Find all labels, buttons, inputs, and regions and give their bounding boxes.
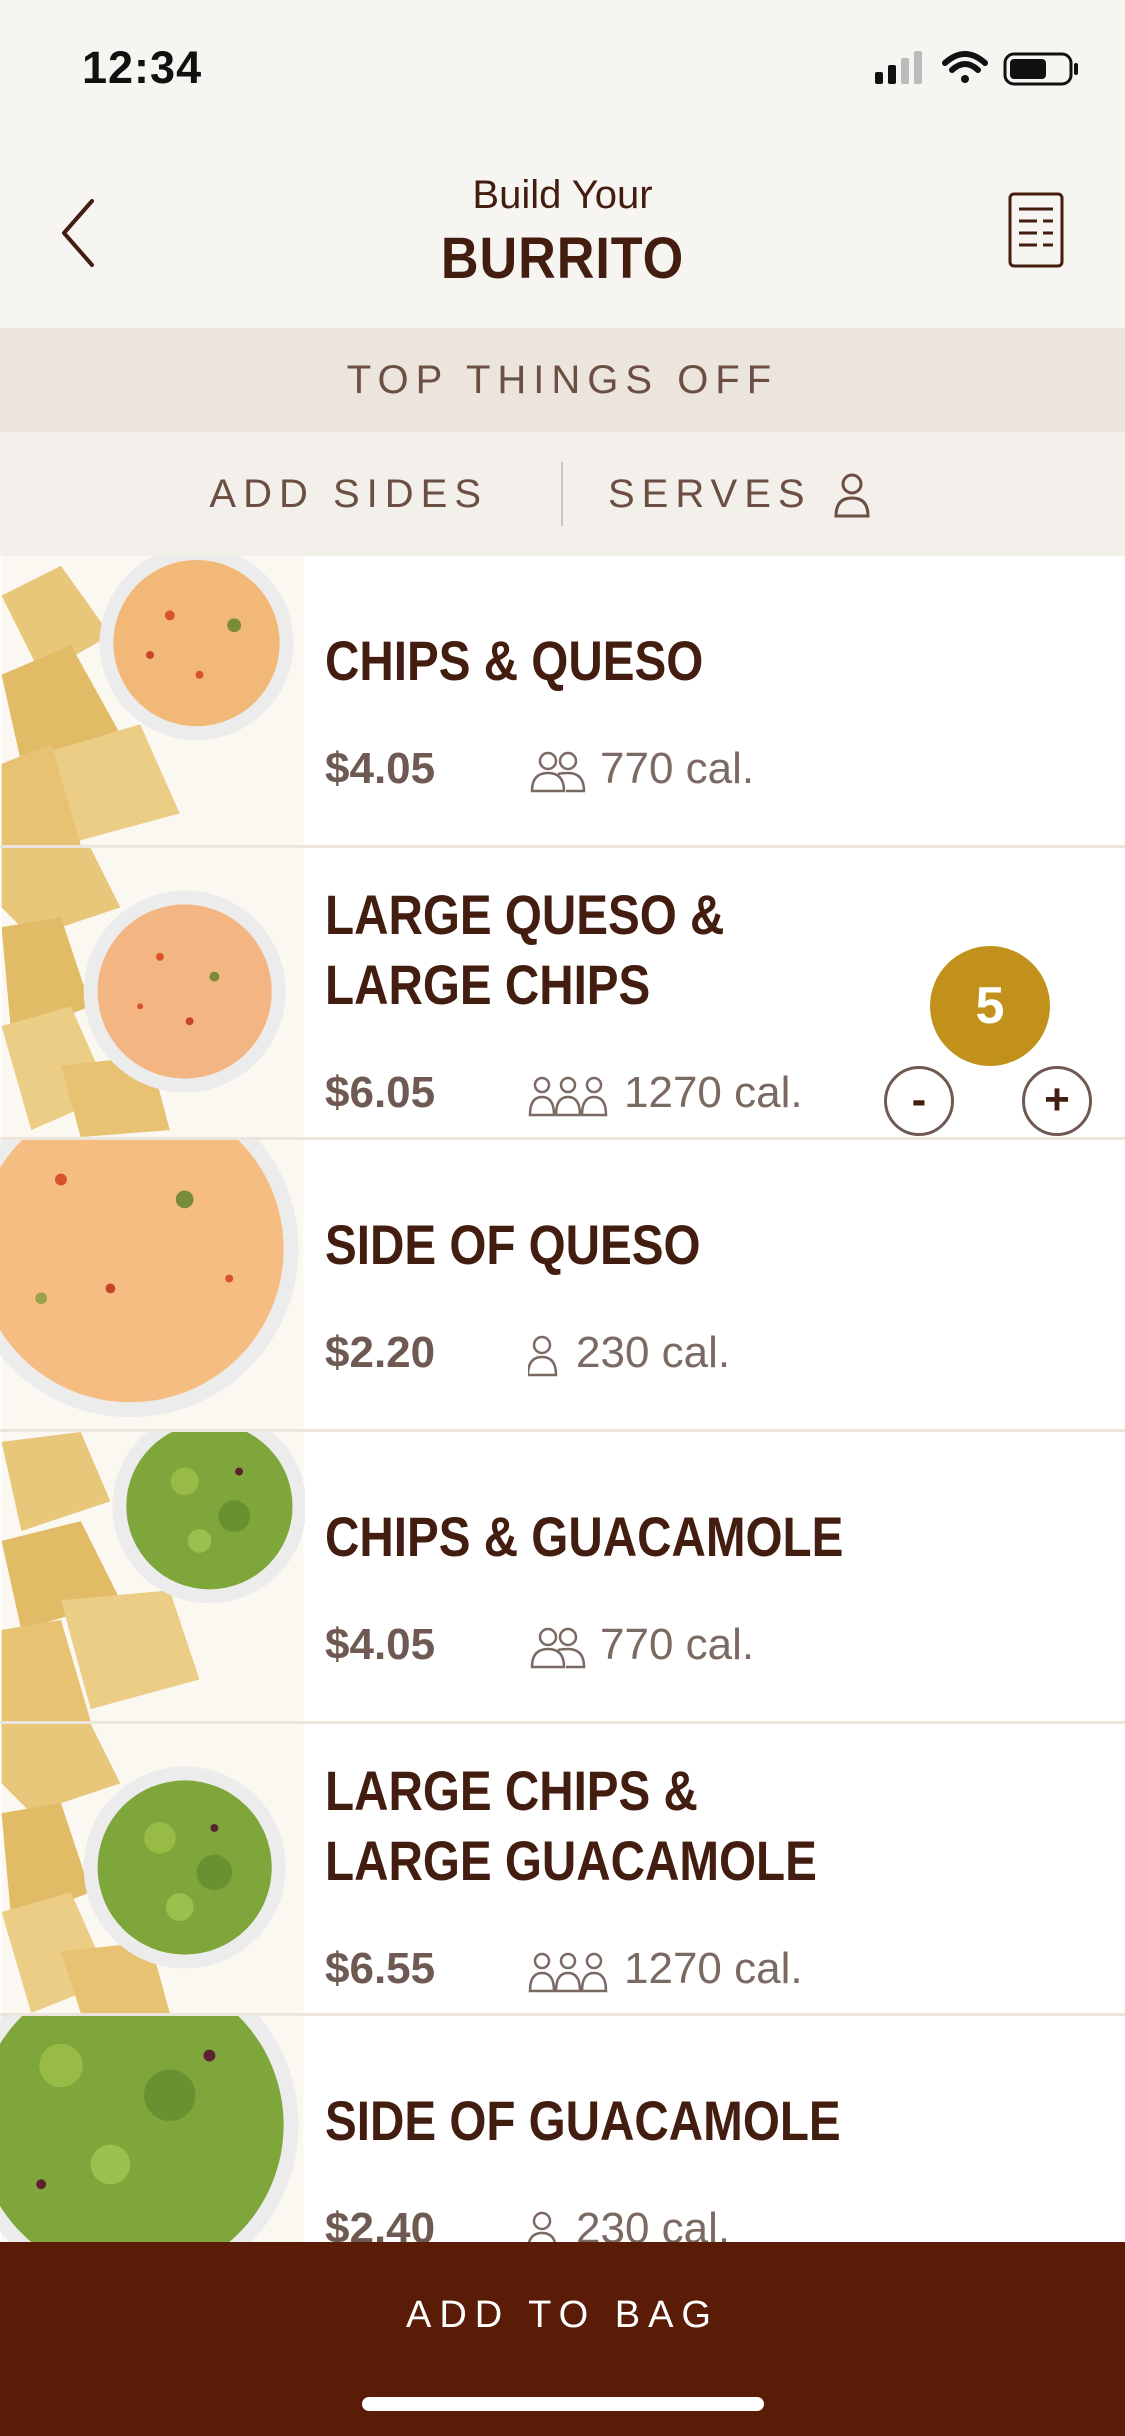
serves-filter[interactable]: SERVES bbox=[608, 432, 812, 556]
item-price: $6.05 bbox=[325, 1068, 436, 1117]
battery-icon bbox=[1003, 52, 1078, 86]
three-people-icon bbox=[528, 1952, 608, 1993]
two-people-icon bbox=[530, 751, 586, 793]
status-bar: 12:34 bbox=[0, 0, 1125, 135]
page-title-main: BURRITO bbox=[440, 226, 685, 291]
item-calories: 770 cal. bbox=[600, 1620, 755, 1669]
item-name-line: LARGE GUACAMOLE bbox=[325, 1829, 817, 1892]
wifi-icon bbox=[942, 51, 988, 83]
item-calories: 230 cal. bbox=[576, 2204, 731, 2242]
item-price: $4.05 bbox=[325, 744, 436, 793]
home-indicator[interactable] bbox=[362, 2397, 764, 2411]
sides-list: CHIPS & QUESO $4.05 770 cal. LARGE QUESO… bbox=[0, 556, 1125, 2242]
item-name: LARGE CHIPS & LARGE GUACAMOLE bbox=[325, 1756, 817, 1896]
nutrition-menu-button[interactable] bbox=[1007, 191, 1065, 269]
filter-bar: ADD SIDES SERVES bbox=[0, 432, 1125, 556]
item-calories: 1270 cal. bbox=[624, 1068, 803, 1117]
two-people-icon bbox=[530, 1627, 586, 1669]
item-photo bbox=[1, 1432, 305, 1721]
item-price: $2.40 bbox=[325, 2204, 436, 2242]
item-price: $4.05 bbox=[325, 1620, 436, 1669]
receipt-icon bbox=[1008, 192, 1064, 268]
cellular-signal-icon bbox=[875, 51, 922, 84]
item-name-line: LARGE QUESO & bbox=[325, 883, 725, 946]
item-name-line: CHIPS & GUACAMOLE bbox=[325, 1505, 844, 1568]
item-name: CHIPS & GUACAMOLE bbox=[325, 1502, 843, 1572]
increase-quantity-button[interactable]: + bbox=[1022, 1066, 1092, 1136]
status-time: 12:34 bbox=[82, 42, 203, 93]
page-subtitle: Build Your bbox=[472, 173, 653, 217]
item-photo bbox=[1, 848, 304, 1137]
list-item[interactable]: SIDE OF QUESO $2.20 230 cal. bbox=[0, 1140, 1125, 1432]
item-price: $6.55 bbox=[325, 1944, 436, 1993]
list-item[interactable]: LARGE CHIPS & LARGE GUACAMOLE $6.55 1270… bbox=[0, 1724, 1125, 2016]
status-icons bbox=[875, 51, 1078, 86]
item-photo bbox=[0, 1140, 304, 1429]
section-title: TOP THINGS OFF bbox=[346, 358, 779, 402]
list-item[interactable]: LARGE QUESO & LARGE CHIPS $6.05 1270 cal… bbox=[0, 848, 1125, 1140]
decrease-quantity-button[interactable]: - bbox=[884, 1066, 954, 1136]
three-people-icon bbox=[528, 1076, 608, 1117]
item-calories: 770 cal. bbox=[600, 744, 755, 793]
item-photo bbox=[1, 556, 304, 845]
item-photo bbox=[1, 1724, 304, 2013]
quantity-badge: 5 bbox=[930, 946, 1050, 1066]
nav-bar: Build Your BURRITO bbox=[0, 135, 1125, 328]
section-header: TOP THINGS OFF bbox=[0, 328, 1125, 432]
item-name: LARGE QUESO & LARGE CHIPS bbox=[325, 880, 724, 1020]
item-name-line: LARGE CHIPS & bbox=[325, 1759, 698, 1822]
item-name: SIDE OF GUACAMOLE bbox=[325, 2086, 841, 2156]
item-name-line: CHIPS & QUESO bbox=[325, 629, 704, 692]
filter-divider bbox=[561, 462, 563, 526]
item-name-line: SIDE OF QUESO bbox=[325, 1213, 701, 1276]
item-calories: 230 cal. bbox=[576, 1328, 731, 1377]
list-item[interactable]: SIDE OF GUACAMOLE $2.40 230 cal. bbox=[0, 2016, 1125, 2242]
item-name-line: SIDE OF GUACAMOLE bbox=[325, 2089, 841, 2152]
item-photo bbox=[0, 2016, 304, 2242]
item-name-line: LARGE CHIPS bbox=[325, 953, 651, 1016]
item-name: CHIPS & QUESO bbox=[325, 626, 703, 696]
item-price: $2.20 bbox=[325, 1328, 436, 1377]
item-calories: 1270 cal. bbox=[624, 1944, 803, 1993]
item-name: SIDE OF QUESO bbox=[325, 1210, 701, 1280]
list-item[interactable]: CHIPS & QUESO $4.05 770 cal. bbox=[0, 556, 1125, 848]
list-item[interactable]: CHIPS & GUACAMOLE $4.05 770 cal. bbox=[0, 1432, 1125, 1724]
person-icon bbox=[834, 473, 870, 518]
add-to-bag-label: ADD TO BAG bbox=[406, 2294, 719, 2336]
add-sides-tab[interactable]: ADD SIDES bbox=[0, 432, 540, 556]
